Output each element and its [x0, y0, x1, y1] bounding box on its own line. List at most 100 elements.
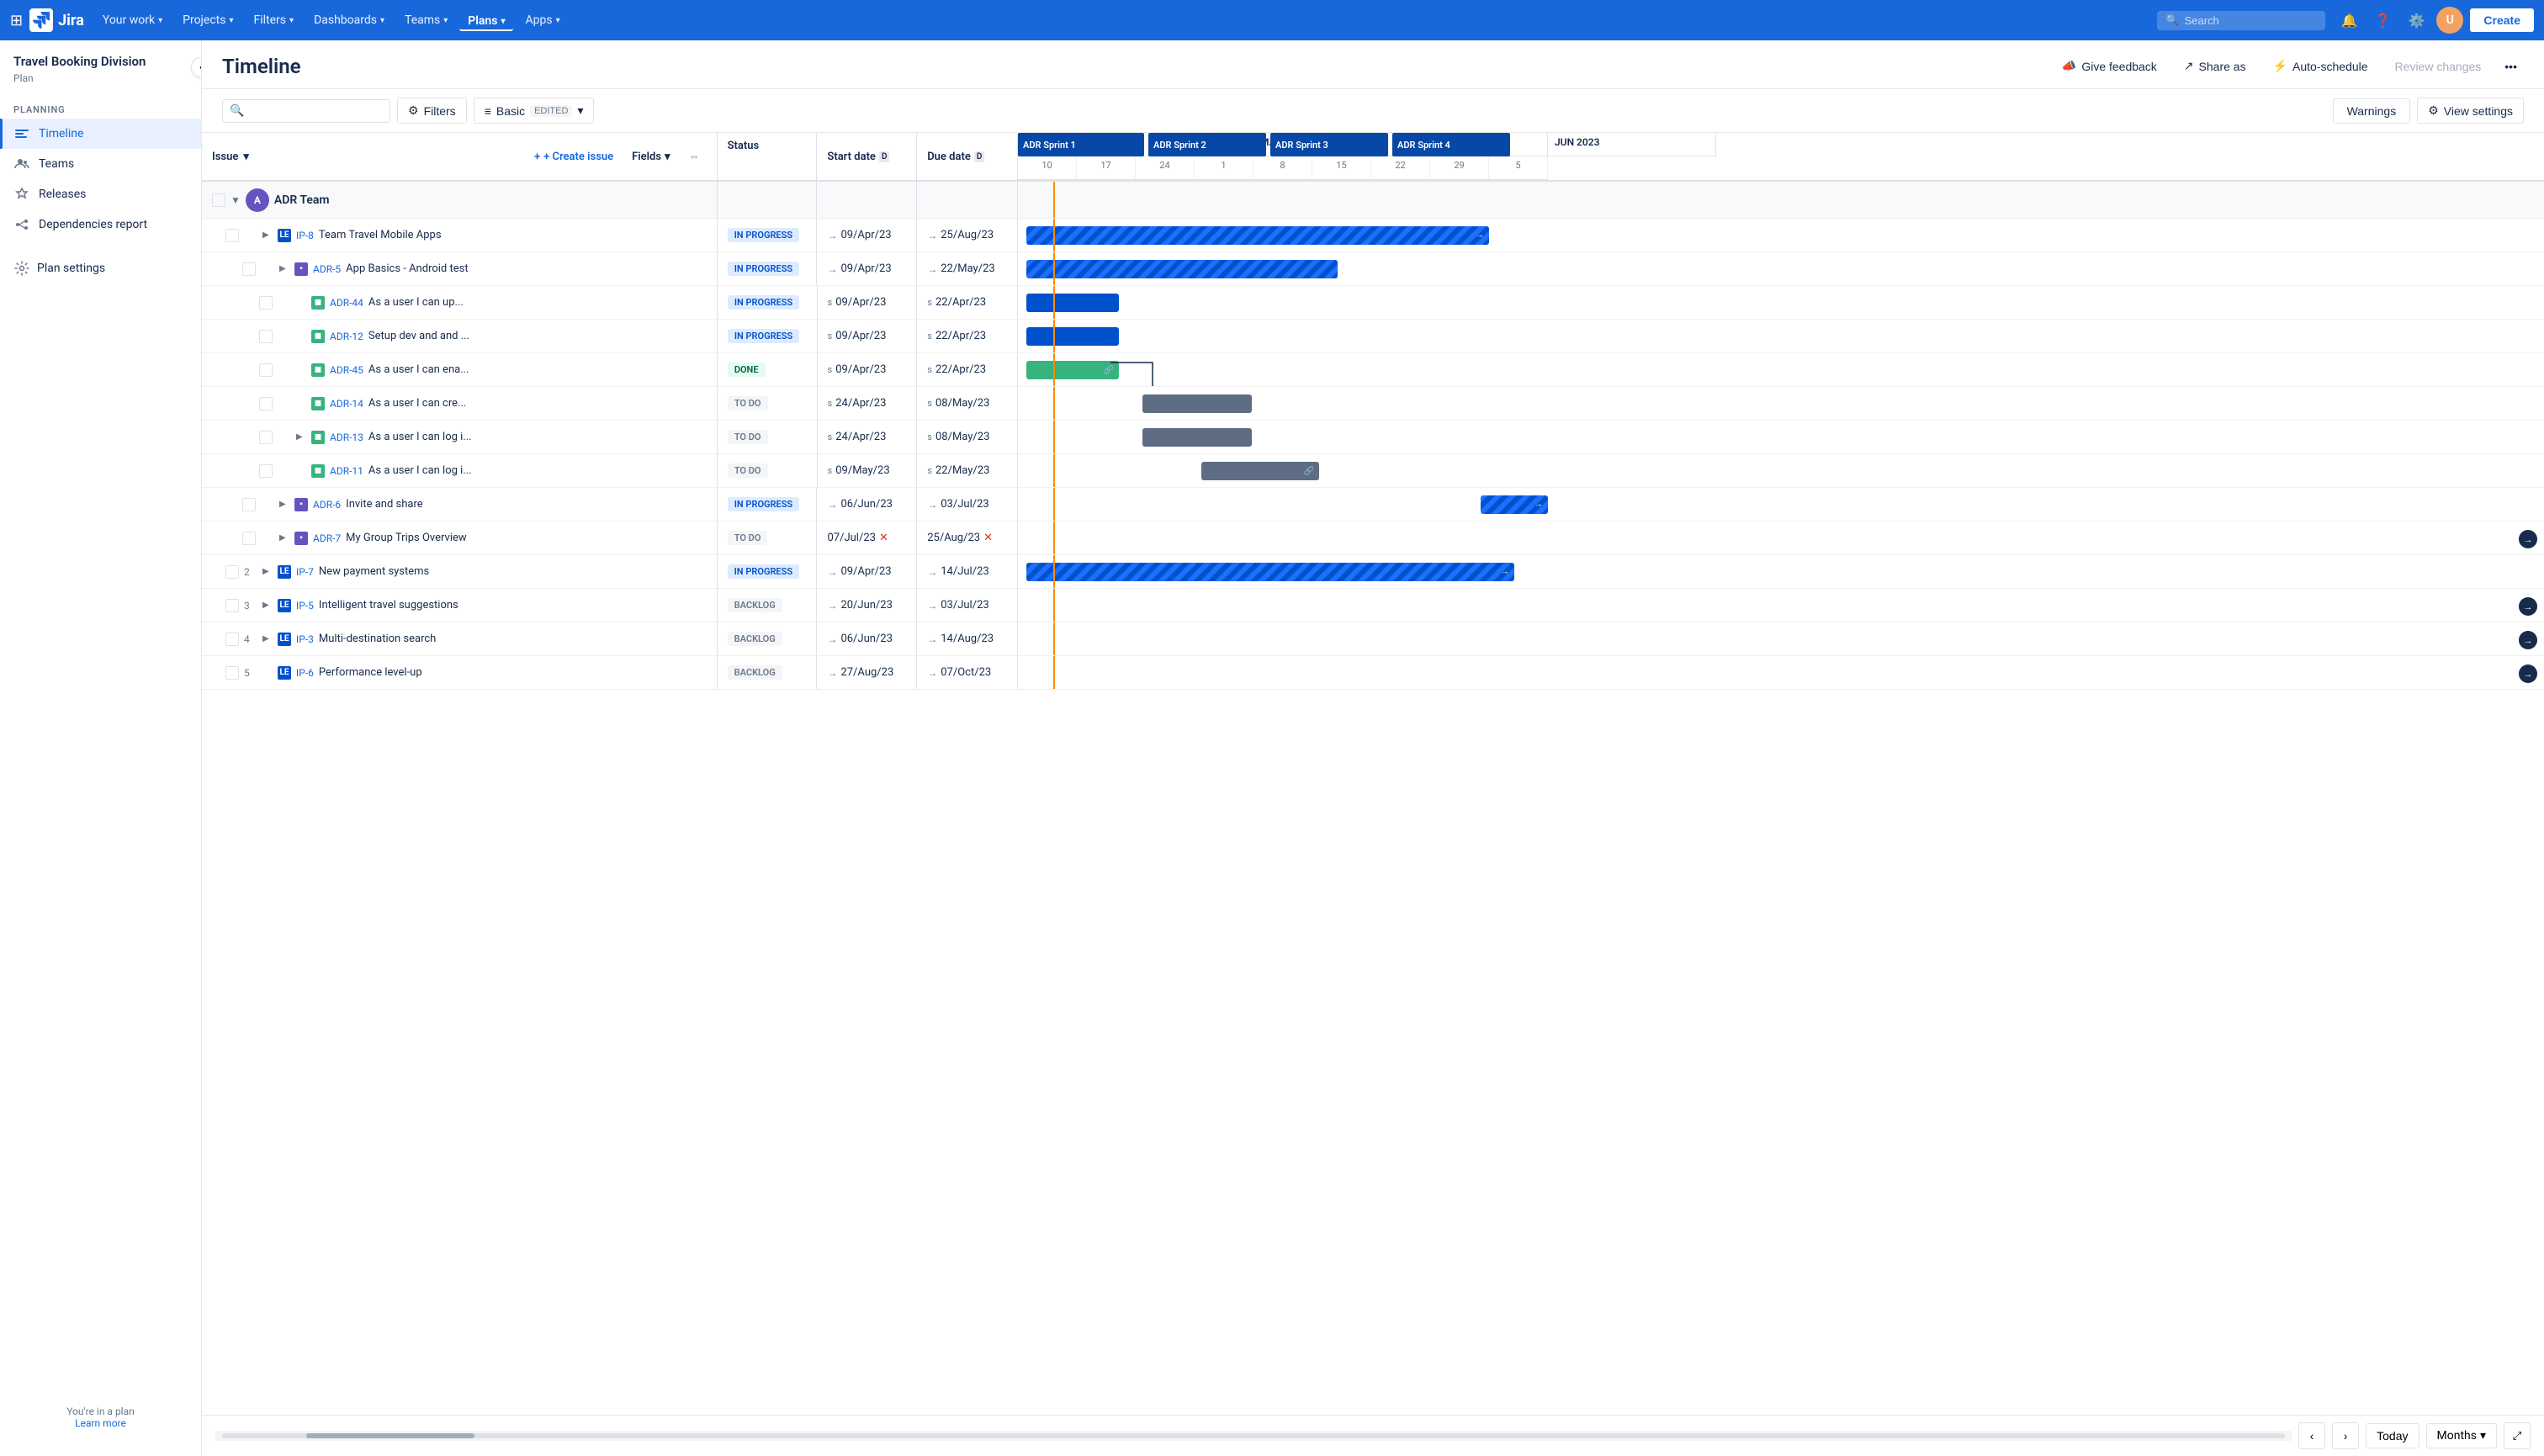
- learn-more-link[interactable]: Learn more: [75, 1417, 126, 1429]
- today-button[interactable]: Today: [2366, 1423, 2419, 1448]
- checkbox-ip8[interactable]: [225, 229, 239, 242]
- gantt-row-adr14[interactable]: [1018, 387, 2544, 420]
- offscreen-arrow-adr7[interactable]: →: [2519, 530, 2537, 548]
- col-header-start[interactable]: Start date D: [817, 133, 917, 180]
- issue-key-ip6[interactable]: IP-6: [296, 667, 314, 679]
- issue-key-adr13[interactable]: ADR-13: [330, 432, 363, 443]
- gantt-row-adr44[interactable]: [1018, 286, 2544, 319]
- expand-all-button[interactable]: ⇔: [682, 150, 707, 163]
- issue-key-ip8[interactable]: IP-8: [296, 230, 314, 241]
- give-feedback-button[interactable]: 📣 Give feedback: [2052, 54, 2167, 78]
- issue-key-adr44[interactable]: ADR-44: [330, 297, 363, 309]
- start-date-adr45: 09/Apr/23: [835, 363, 886, 376]
- search-box[interactable]: 🔍: [2157, 11, 2325, 30]
- issue-cell-ip6[interactable]: 5 ▶ LE IP-6 Performance level-up: [202, 656, 718, 689]
- issue-cell-ip8[interactable]: ▶ LE IP-8 Team Travel Mobile Apps: [202, 219, 718, 251]
- due-date-adr6: 03/Jul/23: [941, 498, 988, 511]
- issue-cell-adr5[interactable]: ▶ ▪ ADR-5 App Basics - Android test: [202, 252, 718, 285]
- col-header-due[interactable]: Due date D: [917, 133, 1017, 180]
- gantt-row-adr7[interactable]: →: [1018, 522, 2544, 554]
- user-avatar[interactable]: U: [2436, 7, 2463, 34]
- warnings-button[interactable]: Warnings: [2333, 98, 2411, 124]
- issue-key-adr45[interactable]: ADR-45: [330, 364, 363, 376]
- nav-projects[interactable]: Projects▾: [174, 8, 241, 32]
- issue-cell-adr13[interactable]: ▶ ◼ ADR-13 As a user I can log i...: [202, 421, 718, 453]
- gantt-row-ip6[interactable]: →: [1018, 656, 2544, 689]
- sidebar-item-dependencies[interactable]: Dependencies report: [0, 209, 201, 240]
- gantt-row-adr12[interactable]: [1018, 320, 2544, 352]
- search-box-filter[interactable]: 🔍: [222, 99, 390, 123]
- issue-cell-ip3[interactable]: 4 ▶ LE IP-3 Multi-destination search: [202, 622, 718, 655]
- issue-key-ip3[interactable]: IP-3: [296, 633, 314, 645]
- issue-cell-adr7[interactable]: ▶ ▪ ADR-7 My Group Trips Overview: [202, 522, 718, 554]
- group-checkbox[interactable]: [212, 193, 225, 207]
- share-as-button[interactable]: ↗ Share as: [2174, 54, 2256, 78]
- gantt-row-ip8[interactable]: →: [1018, 219, 2544, 251]
- issue-cell-adr6[interactable]: ▶ ▪ ADR-6 Invite and share: [202, 488, 718, 521]
- issue-cell-adr44[interactable]: ▶ ◼ ADR-44 As a user I can up...: [202, 286, 718, 319]
- issue-key-adr11[interactable]: ADR-11: [330, 465, 363, 477]
- timeline-container[interactable]: Issue ▾ + + Create issue Fields ▾ ⇔: [202, 133, 2544, 1415]
- more-options-button[interactable]: •••: [2498, 55, 2524, 78]
- nav-teams[interactable]: Teams▾: [396, 8, 456, 32]
- group-expand-icon[interactable]: ▼: [231, 194, 241, 206]
- issue-cell-adr11[interactable]: ▶ ◼ ADR-11 As a user I can log i...: [202, 454, 718, 487]
- group-issue-cell[interactable]: ▼ A ADR Team: [202, 182, 718, 218]
- issue-cell-adr12[interactable]: ▶ ◼ ADR-12 Setup dev and and ...: [202, 320, 718, 352]
- issue-key-adr14[interactable]: ADR-14: [330, 398, 363, 410]
- nav-your-work[interactable]: Your work▾: [94, 8, 171, 32]
- jira-logo[interactable]: Jira: [29, 8, 84, 32]
- issue-key-adr5[interactable]: ADR-5: [313, 263, 341, 275]
- issue-key-ip7[interactable]: IP-7: [296, 566, 314, 578]
- gantt-row-ip5[interactable]: →: [1018, 589, 2544, 622]
- issue-key-adr7[interactable]: ADR-7: [313, 532, 341, 544]
- notifications-icon[interactable]: 🔔: [2335, 7, 2362, 34]
- nav-prev-button[interactable]: ‹: [2298, 1422, 2325, 1449]
- gantt-row-ip3[interactable]: →: [1018, 622, 2544, 655]
- table-row: ▶ ◼ ADR-14 As a user I can cre... TO DO …: [202, 387, 2544, 421]
- offscreen-arrow-ip3[interactable]: →: [2519, 631, 2537, 649]
- issue-cell-adr45[interactable]: ▶ ◼ ADR-45 As a user I can ena...: [202, 353, 718, 386]
- search-input[interactable]: [2185, 14, 2303, 27]
- gantt-row-adr45[interactable]: 🔗: [1018, 353, 2544, 386]
- nav-plans[interactable]: Plans▾: [459, 9, 513, 31]
- col-header-issue[interactable]: Issue ▾ + + Create issue Fields ▾ ⇔: [202, 133, 718, 180]
- basic-filter-button[interactable]: ≡ Basic EDITED ▾: [474, 98, 595, 124]
- nav-filters[interactable]: Filters▾: [246, 8, 303, 32]
- nav-dashboards[interactable]: Dashboards▾: [305, 8, 393, 32]
- nav-apps[interactable]: Apps▾: [517, 8, 568, 32]
- grid-icon[interactable]: ⊞: [10, 12, 23, 29]
- issue-cell-adr14[interactable]: ▶ ◼ ADR-14 As a user I can cre...: [202, 387, 718, 420]
- settings-icon[interactable]: ⚙️: [2403, 7, 2430, 34]
- sidebar-item-releases[interactable]: Releases: [0, 179, 201, 209]
- view-settings-button[interactable]: ⚙ View settings: [2417, 98, 2524, 124]
- review-changes-button[interactable]: Review changes: [2385, 55, 2492, 78]
- issue-cell-ip7[interactable]: 2 ▶ LE IP-7 New payment systems: [202, 555, 718, 588]
- help-icon[interactable]: ❓: [2369, 7, 2396, 34]
- sidebar-item-teams[interactable]: Teams: [0, 149, 201, 179]
- sidebar-item-timeline[interactable]: Timeline: [0, 119, 201, 149]
- nav-next-button[interactable]: ›: [2332, 1422, 2359, 1449]
- expand-ip8[interactable]: ▶: [262, 230, 273, 240]
- issue-key-ip5[interactable]: IP-5: [296, 600, 314, 612]
- issue-cell-ip5[interactable]: 3 ▶ LE IP-5 Intelligent travel suggestio…: [202, 589, 718, 622]
- months-dropdown[interactable]: Months ▾: [2426, 1423, 2498, 1448]
- fields-button[interactable]: Fields ▾: [625, 151, 676, 163]
- filters-button[interactable]: ⚙ Filters: [397, 98, 467, 124]
- offscreen-arrow-ip6[interactable]: →: [2519, 664, 2537, 683]
- search-filter-input[interactable]: [249, 104, 383, 118]
- issue-key-adr12[interactable]: ADR-12: [330, 331, 363, 342]
- gantt-row-adr13[interactable]: [1018, 421, 2544, 453]
- auto-schedule-button[interactable]: ⚡ Auto-schedule: [2263, 54, 2378, 78]
- group-due-cell: [917, 182, 1017, 218]
- gantt-row-adr11[interactable]: 🔗: [1018, 454, 2544, 487]
- gantt-row-ip7[interactable]: →: [1018, 555, 2544, 588]
- gantt-row-adr5[interactable]: [1018, 252, 2544, 285]
- sidebar-item-plan-settings[interactable]: Plan settings: [0, 253, 201, 283]
- issue-key-adr6[interactable]: ADR-6: [313, 499, 341, 511]
- offscreen-arrow-ip5[interactable]: →: [2519, 597, 2537, 616]
- create-issue-button[interactable]: + + Create issue: [527, 151, 620, 163]
- fullscreen-button[interactable]: ⤢: [2504, 1422, 2531, 1449]
- gantt-row-adr6[interactable]: →: [1018, 488, 2544, 521]
- create-button[interactable]: Create: [2470, 8, 2534, 32]
